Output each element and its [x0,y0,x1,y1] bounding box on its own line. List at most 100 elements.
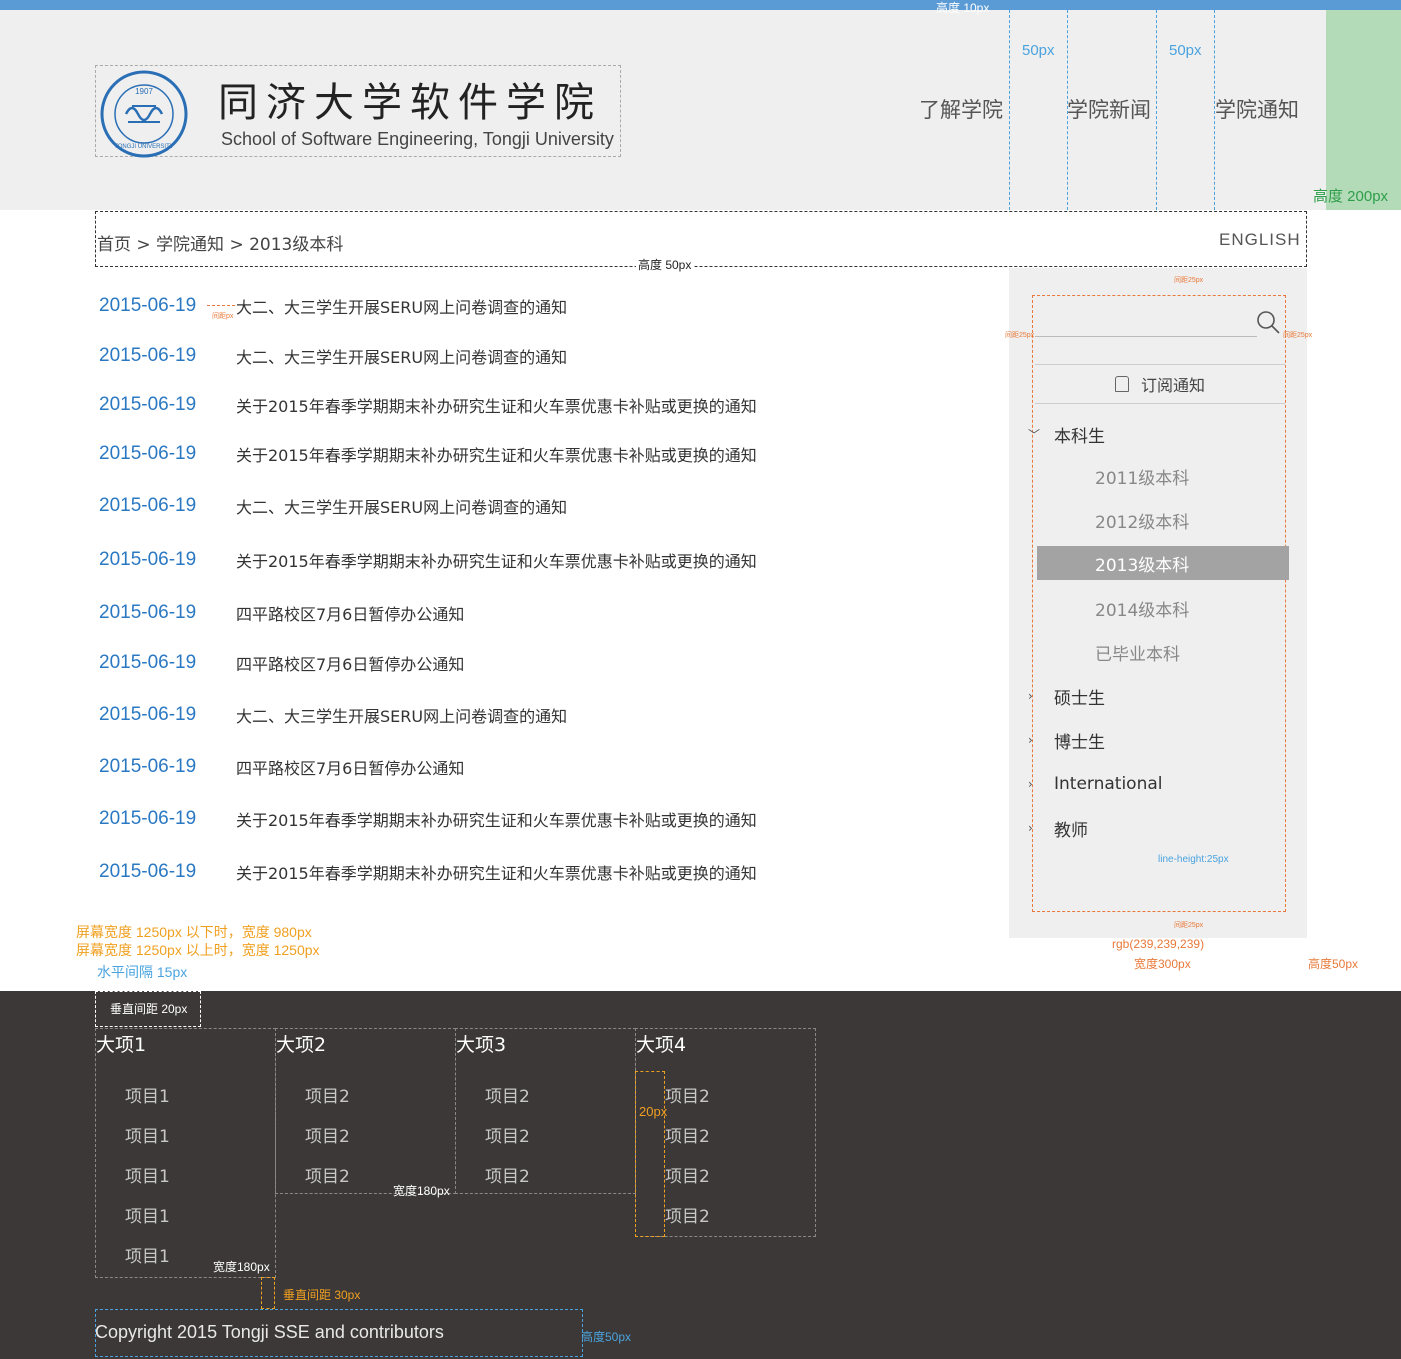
search-icon[interactable] [1254,308,1282,336]
chevron-down-icon: ﹀ [1028,427,1041,442]
category-faculty[interactable]: › 教师 [1028,813,1088,843]
category-international[interactable]: › International [1028,769,1163,799]
notice-title[interactable]: 四平路校区7月6日暂停办公通知 [236,755,464,779]
logo-english-subtitle: School of Software Engineering, Tongji U… [221,129,614,149]
notice-title[interactable]: 四平路校区7月6日暂停办公通知 [236,651,464,675]
notice-item[interactable]: 2015-06-19 关于2015年春季学期期末补办研究生证和火车票优惠卡补贴或更… [99,390,757,420]
footer-link[interactable]: 项目1 [125,1162,170,1187]
subscribe-label: 订阅通知 [1140,376,1205,395]
notice-title[interactable]: 关于2015年春季学期期末补办研究生证和火车票优惠卡补贴或更换的通知 [236,860,757,884]
notice-title[interactable]: 大二、大三学生开展SERU网上问卷调查的通知 [236,344,567,368]
notice-item[interactable]: 2015-06-19 大二、大三学生开展SERU网上问卷调查的通知 [99,291,567,321]
footer-column-title: 大项4 [636,1034,687,1056]
subcategory-item[interactable]: 2014级本科 [1037,591,1289,625]
notice-title[interactable]: 大二、大三学生开展SERU网上问卷调查的通知 [236,494,567,518]
nav-guide-line [1156,10,1157,210]
footer-link[interactable]: 项目1 [125,1242,170,1267]
footer-link[interactable]: 项目2 [305,1122,350,1147]
notice-item[interactable]: 2015-06-19 关于2015年春季学期期末补办研究生证和火车票优惠卡补贴或更… [99,545,757,575]
header-height-annotation: 高度 200px [1313,188,1389,205]
university-seal-icon[interactable]: 1907 TONGJI UNIVERSITY [96,70,192,158]
category-label: 教师 [1054,820,1088,841]
footer-link[interactable]: 项目2 [485,1082,530,1107]
footer-link[interactable]: 项目1 [125,1122,170,1147]
chevron-right-icon: › [1028,777,1033,791]
footer-link[interactable]: 项目1 [125,1202,170,1227]
notice-title[interactable]: 大二、大三学生开展SERU网上问卷调查的通知 [236,294,567,318]
category-label: International [1054,774,1163,794]
notice-title[interactable]: 关于2015年春季学期期末补办研究生证和火车票优惠卡补贴或更换的通知 [236,807,757,831]
logo-chinese-title[interactable]: 同济大学软件学院 [218,70,602,128]
subcategory-item[interactable]: 已毕业本科 [1037,635,1289,669]
notice-title[interactable]: 大二、大三学生开展SERU网上问卷调查的通知 [236,703,567,727]
copyright-text: Copyright 2015 Tongji SSE and contributo… [95,1322,444,1342]
notice-date: 2015-06-19 [99,495,197,516]
language-switch-link[interactable]: ENGLISH [1219,230,1301,250]
notice-item[interactable]: 2015-06-19 关于2015年春季学期期末补办研究生证和火车票优惠卡补贴或更… [99,804,757,834]
vertical-gap-annotation: 垂直间距 20px [110,1002,188,1016]
nav-gap-annotation: 50px [1022,42,1055,59]
footer-link[interactable]: 项目1 [125,1082,170,1107]
screen-small-annotation: 屏幕宽度 1250px 以下时，宽度 980px [76,924,312,940]
chevron-right-icon: › [1028,821,1033,835]
notice-title[interactable]: 关于2015年春季学期期末补办研究生证和火车票优惠卡补贴或更换的通知 [236,393,757,417]
footer-link[interactable]: 项目2 [485,1162,530,1187]
sidebar-bottom-gap-annotation: 间距25px [1174,922,1204,929]
notice-item[interactable]: 2015-06-19 四平路校区7月6日暂停办公通知 [99,648,464,678]
notice-date: 2015-06-19 [99,345,197,366]
category-undergrad[interactable]: ﹀ 本科生 [1028,419,1105,449]
top-height-annotation: 高度 10px [936,1,990,15]
notice-date: 2015-06-19 [99,443,197,464]
nav-guide-line [1009,10,1010,210]
footer-link[interactable]: 项目2 [665,1082,710,1107]
footer-link[interactable]: 项目2 [305,1162,350,1187]
seal-year: 1907 [135,87,153,96]
category-master[interactable]: › 硕士生 [1028,681,1105,711]
subcategory-item-active[interactable]: 2013级本科 [1037,546,1289,580]
category-phd[interactable]: › 博士生 [1028,725,1105,755]
footer-link[interactable]: 项目2 [665,1122,710,1147]
notice-title[interactable]: 四平路校区7月6日暂停办公通知 [236,601,464,625]
nav-gap-annotation: 50px [1169,42,1202,59]
footer-column-title: 大项2 [276,1034,327,1056]
subcategory-item[interactable]: 2011级本科 [1037,459,1289,493]
footer-link[interactable]: 项目2 [485,1122,530,1147]
footer-column [95,1028,276,1278]
category-label: 本科生 [1054,426,1105,447]
vertical-gap-30-annotation: 垂直间距 30px [283,1288,361,1302]
search-input[interactable] [1035,336,1257,337]
date-gap-annotation: 间距px [212,313,234,320]
subcategory-item[interactable]: 2012级本科 [1037,503,1289,537]
sidebar-left-gap-annotation: 间距25px [1005,332,1035,339]
notice-item[interactable]: 2015-06-19 大二、大三学生开展SERU网上问卷调查的通知 [99,491,567,521]
nav-notices[interactable]: 学院通知 [1215,94,1299,124]
notice-date: 2015-06-19 [99,808,197,829]
notice-item[interactable]: 2015-06-19 关于2015年春季学期期末补办研究生证和火车票优惠卡补贴或更… [99,439,757,469]
subscribe-button[interactable]: 订阅通知 [1035,364,1285,404]
sidebar-right-gap-annotation: 间距25px [1283,332,1313,339]
notice-title[interactable]: 关于2015年春季学期期末补办研究生证和火车票优惠卡补贴或更换的通知 [236,548,757,572]
sidebar-width-annotation: 宽度300px [1134,957,1191,971]
notice-item[interactable]: 2015-06-19 四平路校区7月6日暂停办公通知 [99,752,464,782]
sidebar-top-gap-annotation: 间距25px [1174,277,1204,284]
footer-link[interactable]: 项目2 [305,1082,350,1107]
item-gap-annotation: 20px [639,1104,668,1119]
footer-link[interactable]: 项目2 [665,1162,710,1187]
crumb-height-annotation: 高度 50px [636,256,694,273]
notice-date: 2015-06-19 [99,861,197,882]
notice-title[interactable]: 关于2015年春季学期期末补办研究生证和火车票优惠卡补贴或更换的通知 [236,442,757,466]
nav-about[interactable]: 了解学院 [919,94,1003,124]
breadcrumb[interactable]: 首页 > 学院通知 > 2013级本科 [97,230,343,255]
copyright-height-annotation: 高度50px [581,1330,632,1344]
notice-item[interactable]: 2015-06-19 大二、大三学生开展SERU网上问卷调查的通知 [99,700,567,730]
column-width-annotation: 宽度180px [393,1184,450,1198]
header-height-marker [1326,10,1401,210]
notice-item[interactable]: 2015-06-19 四平路校区7月6日暂停办公通知 [99,598,464,628]
line-height-annotation: line-height:25px [1158,854,1229,865]
footer-link[interactable]: 项目2 [665,1202,710,1227]
notice-item[interactable]: 2015-06-19 关于2015年春季学期期末补办研究生证和火车票优惠卡补贴或更… [99,857,757,887]
notice-date: 2015-06-19 [99,602,197,623]
notice-date: 2015-06-19 [99,549,197,570]
notice-item[interactable]: 2015-06-19 大二、大三学生开展SERU网上问卷调查的通知 [99,341,567,371]
nav-news[interactable]: 学院新闻 [1067,94,1151,124]
